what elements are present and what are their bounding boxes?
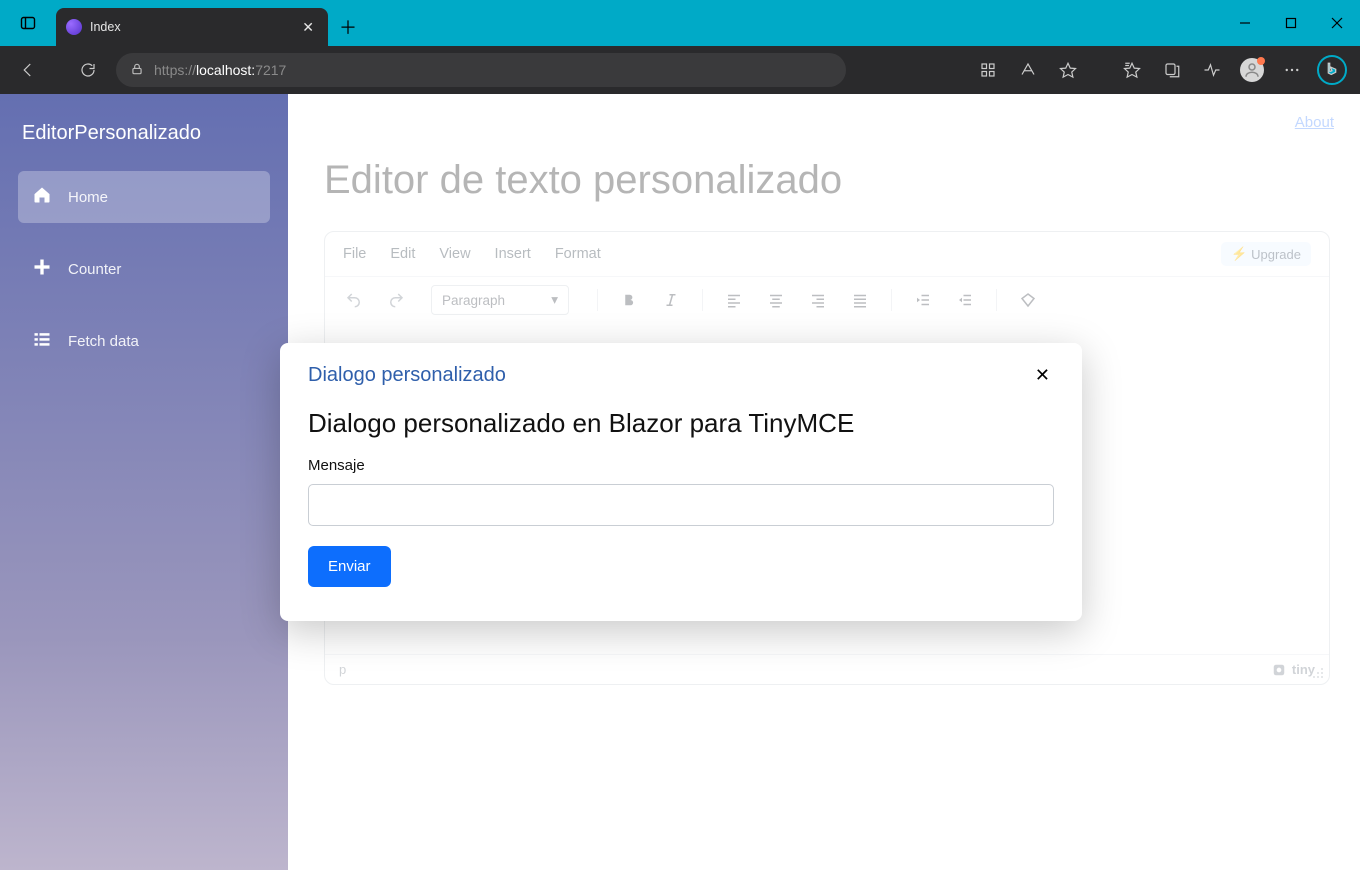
undo-button[interactable] (337, 285, 371, 315)
dialog-title: Dialogo personalizado (308, 364, 506, 387)
new-tab-button[interactable]: ＋ (328, 8, 368, 46)
custom-diamond-button[interactable] (1011, 285, 1045, 315)
apps-icon[interactable] (970, 54, 1006, 86)
bing-chat-button[interactable] (1314, 54, 1350, 86)
indent-button[interactable] (948, 285, 982, 315)
top-bar: About (288, 94, 1360, 150)
align-center-button[interactable] (759, 285, 793, 315)
sidebar-item-label: Home (68, 189, 108, 206)
page-title: Editor de texto personalizado (324, 158, 1330, 203)
bolt-icon: ⚡ (1231, 246, 1247, 262)
address-bar[interactable]: https://localhost:7217 (116, 53, 846, 87)
resize-grip-icon[interactable] (1311, 666, 1325, 680)
editor-toolbar: Paragraph ▾ (325, 277, 1329, 323)
window-minimize-button[interactable] (1222, 0, 1268, 46)
italic-button[interactable] (654, 285, 688, 315)
browser-toolbar: https://localhost:7217 (0, 46, 1360, 94)
app-brand: EditorPersonalizado (0, 106, 288, 171)
tab-close-button[interactable]: ✕ (298, 17, 318, 38)
chevron-down-icon: ▾ (551, 292, 558, 308)
tab-favicon-icon (66, 19, 82, 35)
dialog-heading: Dialogo personalizado en Blazor para Tin… (308, 408, 1054, 439)
menu-edit[interactable]: Edit (390, 246, 415, 262)
list-icon (32, 329, 52, 353)
menu-format[interactable]: Format (555, 246, 601, 262)
upgrade-button[interactable]: ⚡Upgrade (1221, 242, 1311, 266)
dialog-close-button[interactable]: ✕ (1031, 361, 1054, 390)
plus-icon (32, 257, 52, 281)
editor-statusbar: p tiny (325, 654, 1329, 684)
refresh-button[interactable] (70, 54, 106, 86)
sidebar-item-home[interactable]: Home (18, 171, 270, 223)
custom-dialog: Dialogo personalizado ✕ Dialogo personal… (280, 343, 1082, 621)
submit-button[interactable]: Enviar (308, 546, 391, 587)
favorite-icon[interactable] (1050, 54, 1086, 86)
profile-button[interactable] (1234, 54, 1270, 86)
sidebar: EditorPersonalizado Home Counter Fetch d… (0, 94, 288, 870)
back-button[interactable] (10, 54, 46, 86)
message-input[interactable] (308, 484, 1054, 526)
avatar-icon (1240, 58, 1264, 82)
sidebar-item-label: Counter (68, 261, 121, 278)
url-text: https://localhost:7217 (154, 62, 286, 78)
browser-titlebar: Index ✕ ＋ (0, 0, 1360, 46)
about-link[interactable]: About (1295, 114, 1334, 131)
editor-menubar: File Edit View Insert Format ⚡Upgrade (325, 232, 1329, 277)
read-aloud-icon[interactable] (1010, 54, 1046, 86)
lock-icon (130, 62, 144, 79)
window-close-button[interactable] (1314, 0, 1360, 46)
tab-actions-button[interactable] (0, 0, 56, 46)
align-left-button[interactable] (717, 285, 751, 315)
tab-title: Index (90, 20, 290, 34)
paragraph-select[interactable]: Paragraph ▾ (431, 285, 569, 315)
menu-view[interactable]: View (439, 246, 470, 262)
outdent-button[interactable] (906, 285, 940, 315)
bold-button[interactable] (612, 285, 646, 315)
menu-file[interactable]: File (343, 246, 366, 262)
browser-tab[interactable]: Index ✕ (56, 8, 328, 46)
message-label: Mensaje (308, 457, 1054, 474)
sidebar-item-fetchdata[interactable]: Fetch data (18, 315, 270, 367)
window-maximize-button[interactable] (1268, 0, 1314, 46)
element-path[interactable]: p (339, 662, 346, 677)
redo-button[interactable] (379, 285, 413, 315)
menu-insert[interactable]: Insert (495, 246, 531, 262)
sidebar-item-counter[interactable]: Counter (18, 243, 270, 295)
tiny-brand: tiny (1272, 662, 1315, 677)
align-justify-button[interactable] (843, 285, 877, 315)
performance-icon[interactable] (1194, 54, 1230, 86)
collections-icon[interactable] (1154, 54, 1190, 86)
align-right-button[interactable] (801, 285, 835, 315)
more-menu-button[interactable] (1274, 54, 1310, 86)
sidebar-item-label: Fetch data (68, 333, 139, 350)
favorites-list-icon[interactable] (1114, 54, 1150, 86)
home-icon (32, 185, 52, 209)
